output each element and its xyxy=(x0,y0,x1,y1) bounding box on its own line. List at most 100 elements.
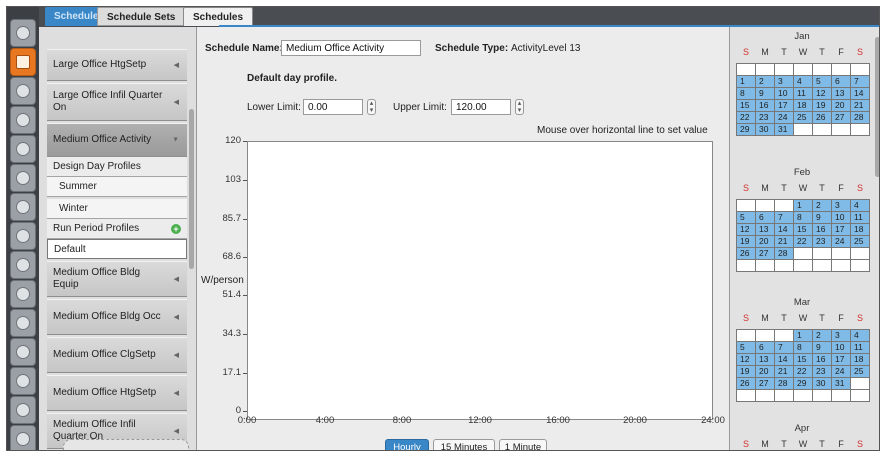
calendar-day[interactable]: 23 xyxy=(813,366,832,378)
calendar-day[interactable]: 19 xyxy=(737,366,756,378)
calendar-day[interactable]: 4 xyxy=(851,200,870,212)
lower-limit-input[interactable] xyxy=(303,99,363,115)
expand-arrow-icon[interactable]: ◀ xyxy=(174,98,179,106)
calendar-day[interactable]: 26 xyxy=(737,378,756,390)
calendar-day[interactable]: 23 xyxy=(756,112,775,124)
calendar-day[interactable]: 6 xyxy=(756,212,775,224)
calendar-day[interactable]: 28 xyxy=(851,112,870,124)
calendar-day[interactable]: 12 xyxy=(737,224,756,236)
calendar-day[interactable]: 15 xyxy=(737,100,756,112)
calendar-day[interactable]: 4 xyxy=(851,330,870,342)
drop-zone[interactable] xyxy=(63,439,189,450)
tab-schedule-sets[interactable]: Schedule Sets xyxy=(97,7,186,26)
calendar-day[interactable]: 29 xyxy=(794,378,813,390)
calendar-day[interactable]: 16 xyxy=(813,224,832,236)
sidebar-item-medium-office-activity[interactable]: Medium Office Activity ▼ xyxy=(47,123,187,157)
nav-tab-geometry[interactable] xyxy=(10,164,36,192)
calendar-day[interactable]: 27 xyxy=(756,248,775,260)
calendar-day[interactable]: 14 xyxy=(851,88,870,100)
calendar-day[interactable]: 7 xyxy=(851,76,870,88)
nav-tab-hvac-systems[interactable] xyxy=(10,280,36,308)
calendar-day[interactable]: 24 xyxy=(832,366,851,378)
calendar-day[interactable]: 15 xyxy=(794,354,813,366)
sidebar-item-medium-office-htgsetp[interactable]: Medium Office HtgSetp ◀ xyxy=(47,375,187,411)
calendar-day[interactable]: 28 xyxy=(775,248,794,260)
calendar-day[interactable]: 25 xyxy=(851,236,870,248)
upper-limit-stepper[interactable]: ▴ ▾ xyxy=(515,99,524,115)
calendar-day[interactable]: 16 xyxy=(813,354,832,366)
calendar-day[interactable]: 11 xyxy=(851,212,870,224)
calendar-day[interactable]: 22 xyxy=(794,366,813,378)
calendar-day[interactable]: 2 xyxy=(756,76,775,88)
calendar-day[interactable]: 29 xyxy=(737,124,756,136)
nav-tab-results[interactable] xyxy=(10,425,36,450)
nav-tab-loads[interactable] xyxy=(10,106,36,134)
calendar-day[interactable]: 5 xyxy=(737,212,756,224)
calendar-day[interactable]: 3 xyxy=(832,200,851,212)
calendar-day[interactable]: 3 xyxy=(832,330,851,342)
calendar-day[interactable]: 12 xyxy=(737,354,756,366)
calendar-day[interactable]: 17 xyxy=(832,354,851,366)
calendar-day[interactable]: 20 xyxy=(756,366,775,378)
collapse-arrow-icon[interactable]: ▼ xyxy=(172,137,179,144)
calendar-day[interactable]: 18 xyxy=(851,224,870,236)
calendar-day[interactable]: 21 xyxy=(775,366,794,378)
calendar-day[interactable]: 26 xyxy=(813,112,832,124)
calendar-day[interactable]: 22 xyxy=(737,112,756,124)
calendar-scrollbar[interactable] xyxy=(875,37,879,177)
calendar-day[interactable]: 27 xyxy=(756,378,775,390)
schedule-name-input[interactable] xyxy=(281,40,421,56)
calendar-day[interactable]: 10 xyxy=(832,342,851,354)
calendar-day[interactable]: 21 xyxy=(851,100,870,112)
calendar-day[interactable]: 13 xyxy=(756,224,775,236)
calendar-day[interactable]: 4 xyxy=(794,76,813,88)
calendar-day[interactable]: 9 xyxy=(756,88,775,100)
upper-limit-input[interactable] xyxy=(451,99,511,115)
calendar-day[interactable]: 23 xyxy=(813,236,832,248)
calendar-day[interactable]: 25 xyxy=(794,112,813,124)
schedule-plot-area[interactable] xyxy=(247,141,713,420)
calendar-day[interactable]: 9 xyxy=(813,342,832,354)
hourly-button[interactable]: Hourly xyxy=(385,439,429,450)
nav-tab-site[interactable] xyxy=(10,19,36,47)
nav-tab-measures[interactable] xyxy=(10,367,36,395)
calendar-day[interactable]: 5 xyxy=(813,76,832,88)
calendar-day[interactable]: 13 xyxy=(756,354,775,366)
calendar-day[interactable]: 11 xyxy=(794,88,813,100)
calendar-day[interactable]: 22 xyxy=(794,236,813,248)
calendar-day[interactable]: 20 xyxy=(756,236,775,248)
expand-arrow-icon[interactable]: ◀ xyxy=(174,389,179,397)
calendar-day[interactable]: 17 xyxy=(775,100,794,112)
calendar-day[interactable]: 10 xyxy=(832,212,851,224)
calendar-day[interactable]: 9 xyxy=(813,212,832,224)
calendar-day[interactable]: 1 xyxy=(794,330,813,342)
nav-tab-simulation-settings[interactable] xyxy=(10,338,36,366)
sidebar-item-large-office-htgsetp[interactable]: Large Office HtgSetp ◀ xyxy=(47,49,187,81)
calendar-day[interactable]: 15 xyxy=(794,224,813,236)
nav-tab-schedules[interactable] xyxy=(10,48,36,76)
calendar-day[interactable]: 8 xyxy=(737,88,756,100)
calendar-day[interactable]: 20 xyxy=(832,100,851,112)
calendar-day[interactable]: 2 xyxy=(813,200,832,212)
calendar-day[interactable]: 21 xyxy=(775,236,794,248)
tab-schedules-right[interactable]: Schedules xyxy=(183,7,254,26)
sidebar-item-medium-office-bldg-occ[interactable]: Medium Office Bldg Occ ◀ xyxy=(47,299,187,335)
calendar-day[interactable]: 8 xyxy=(794,342,813,354)
fifteen-minutes-button[interactable]: 15 Minutes xyxy=(433,439,495,450)
calendar-day[interactable]: 3 xyxy=(775,76,794,88)
calendar-day[interactable]: 13 xyxy=(832,88,851,100)
nav-tab-run[interactable] xyxy=(10,396,36,424)
sidebar-item-large-office-infil[interactable]: Large Office Infil Quarter On ◀ xyxy=(47,83,187,121)
calendar-day[interactable]: 31 xyxy=(832,378,851,390)
calendar-day[interactable]: 19 xyxy=(737,236,756,248)
calendar-day[interactable]: 24 xyxy=(775,112,794,124)
nav-tab-thermal-zones[interactable] xyxy=(10,251,36,279)
calendar-day[interactable]: 25 xyxy=(851,366,870,378)
nav-tab-facility[interactable] xyxy=(10,193,36,221)
sidebar-scrollbar[interactable] xyxy=(189,109,194,269)
calendar-day[interactable]: 27 xyxy=(832,112,851,124)
expand-arrow-icon[interactable]: ◀ xyxy=(174,313,179,321)
calendar-day[interactable]: 2 xyxy=(813,330,832,342)
profile-default[interactable]: Default xyxy=(47,239,187,259)
add-profile-icon[interactable]: + xyxy=(171,224,181,234)
